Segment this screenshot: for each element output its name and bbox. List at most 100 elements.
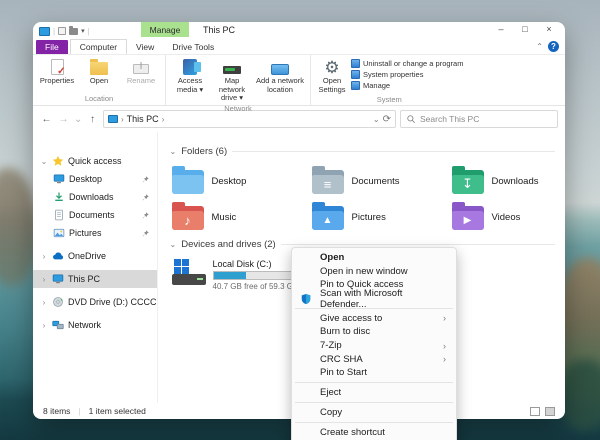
chevron-right-icon[interactable]: ›: [40, 298, 48, 307]
collapse-ribbon-icon[interactable]: ⌃: [536, 42, 543, 51]
list-view-icon[interactable]: [530, 407, 540, 416]
search-box[interactable]: [400, 110, 558, 128]
tab-drive-tools[interactable]: Drive Tools: [163, 40, 223, 54]
ribbon-group-system: ⚙ Open Settings Uninstall or change a pr…: [310, 55, 467, 105]
dvd-disc-icon: [52, 296, 64, 308]
map-network-drive-button[interactable]: Map network drive ▾: [212, 57, 252, 103]
gear-icon: ⚙: [322, 58, 342, 76]
minimize-button[interactable]: –: [489, 22, 513, 36]
desktop-icon: [53, 173, 65, 185]
access-media-button[interactable]: Access media ▾: [170, 57, 210, 94]
folders-grid: Desktop ≡ Documents ↧ Downloads ♪ Music: [170, 163, 566, 235]
onedrive-cloud-icon: [52, 250, 64, 262]
manage-button[interactable]: Manage: [351, 81, 463, 90]
folder-tile-downloads[interactable]: ↧ Downloads: [450, 163, 566, 199]
chevron-right-icon[interactable]: ›: [40, 252, 48, 261]
help-icon[interactable]: ?: [548, 41, 559, 52]
pictures-folder-icon: ▲: [312, 206, 344, 230]
open-button[interactable]: Open: [79, 57, 119, 86]
context-menu: Open Open in new window Pin to Quick acc…: [291, 247, 457, 440]
wallpaper-vegetation: [560, 360, 600, 430]
menu-item-scan-defender[interactable]: Scan with Microsoft Defender...: [294, 292, 454, 306]
search-input[interactable]: [420, 114, 552, 124]
pin-icon: [141, 193, 150, 202]
tab-computer[interactable]: Computer: [70, 39, 127, 54]
system-properties-button[interactable]: System properties: [351, 70, 463, 79]
menu-item-eject[interactable]: Eject: [294, 386, 454, 400]
submenu-arrow-icon: ›: [443, 313, 446, 323]
local-disk-tile[interactable]: Local Disk (C:) 40.7 GB free of 59.3 GB: [170, 256, 310, 294]
menu-item-crc-sha[interactable]: CRC SHA›: [294, 352, 454, 366]
submenu-arrow-icon: ›: [443, 354, 446, 364]
menu-item-open[interactable]: Open: [294, 251, 454, 265]
close-button[interactable]: ×: [537, 22, 561, 36]
refresh-icon[interactable]: ⟳: [383, 114, 391, 125]
network-location-icon: [270, 58, 290, 76]
up-icon[interactable]: ↑: [86, 114, 99, 125]
add-network-location-button[interactable]: Add a network location: [254, 57, 306, 94]
submenu-arrow-icon: ›: [443, 341, 446, 351]
tab-view[interactable]: View: [127, 40, 163, 54]
open-settings-button[interactable]: ⚙ Open Settings: [315, 57, 349, 94]
download-icon: [53, 191, 65, 203]
group-label-system: System: [315, 94, 463, 106]
tab-file[interactable]: File: [36, 40, 68, 54]
menu-item-create-shortcut[interactable]: Create shortcut: [294, 425, 454, 439]
sidebar-item-quick-access[interactable]: ⌄ Quick access: [33, 152, 157, 170]
navigation-pane: ⌄ Quick access Desktop Downloads Documen…: [33, 132, 158, 403]
menu-item-open-new-window[interactable]: Open in new window: [294, 265, 454, 279]
sidebar-item-pictures[interactable]: Pictures: [33, 224, 157, 242]
pictures-icon: [53, 227, 65, 239]
sidebar-item-this-pc[interactable]: › This PC: [33, 270, 157, 288]
address-dropdown-icon[interactable]: ⌄: [373, 115, 380, 124]
new-folder-qat-icon[interactable]: [69, 28, 78, 35]
sidebar-item-downloads[interactable]: Downloads: [33, 188, 157, 206]
sidebar-item-onedrive[interactable]: › OneDrive: [33, 247, 157, 265]
system-properties-icon: [351, 70, 360, 79]
sidebar-item-desktop[interactable]: Desktop: [33, 170, 157, 188]
menu-item-burn-to-disc[interactable]: Burn to disc: [294, 325, 454, 339]
access-media-icon: [180, 58, 200, 76]
search-icon: [406, 114, 416, 124]
tab-manage[interactable]: Manage: [141, 22, 189, 37]
sidebar-item-dvd-drive[interactable]: › DVD Drive (D:) CCCC: [33, 293, 157, 311]
folder-tile-desktop[interactable]: Desktop: [170, 163, 310, 199]
properties-button[interactable]: Properties: [37, 57, 77, 86]
back-icon[interactable]: ←: [40, 114, 53, 125]
menu-separator: [295, 402, 453, 403]
menu-item-copy[interactable]: Copy: [294, 406, 454, 420]
menu-item-pin-to-start[interactable]: Pin to Start: [294, 366, 454, 380]
details-view-icon[interactable]: [545, 407, 555, 416]
chevron-right-icon[interactable]: ›: [40, 275, 48, 284]
star-icon: [52, 155, 64, 167]
defender-shield-icon: [300, 293, 312, 305]
forward-icon: →: [57, 114, 70, 125]
group-label-location: Location: [37, 93, 161, 105]
rename-icon: [131, 58, 151, 76]
music-folder-icon: ♪: [172, 206, 204, 230]
menu-item-give-access[interactable]: Give access to›: [294, 312, 454, 326]
menu-item-7zip[interactable]: 7-Zip›: [294, 339, 454, 353]
folder-tile-pictures[interactable]: ▲ Pictures: [310, 199, 450, 235]
titlebar: | ▾ | Manage This PC – □ ×: [33, 22, 565, 38]
folder-tile-documents[interactable]: ≡ Documents: [310, 163, 450, 199]
recent-locations-icon[interactable]: ⌄: [74, 114, 82, 125]
folder-tile-music[interactable]: ♪ Music: [170, 199, 310, 235]
breadcrumb-this-pc[interactable]: This PC: [127, 114, 159, 124]
folder-tile-videos[interactable]: ▶ Videos: [450, 199, 566, 235]
maximize-button[interactable]: □: [513, 22, 537, 36]
sidebar-item-network[interactable]: › Network: [33, 316, 157, 334]
qat-dropdown-icon[interactable]: ▾: [81, 27, 85, 35]
this-pc-icon: [52, 273, 64, 285]
chevron-right-icon[interactable]: ›: [40, 321, 48, 330]
properties-qat-icon[interactable]: [58, 27, 66, 35]
folders-section-header[interactable]: ⌄ Folders (6): [170, 146, 566, 157]
chevron-down-icon[interactable]: ⌄: [40, 157, 48, 166]
videos-folder-icon: ▶: [452, 206, 484, 230]
local-disk-icon: [172, 259, 206, 287]
items-count: 8 items: [43, 406, 70, 416]
group-label-network: Network: [170, 103, 306, 115]
uninstall-program-button[interactable]: Uninstall or change a program: [351, 59, 463, 68]
network-icon: [52, 319, 64, 331]
sidebar-item-documents[interactable]: Documents: [33, 206, 157, 224]
